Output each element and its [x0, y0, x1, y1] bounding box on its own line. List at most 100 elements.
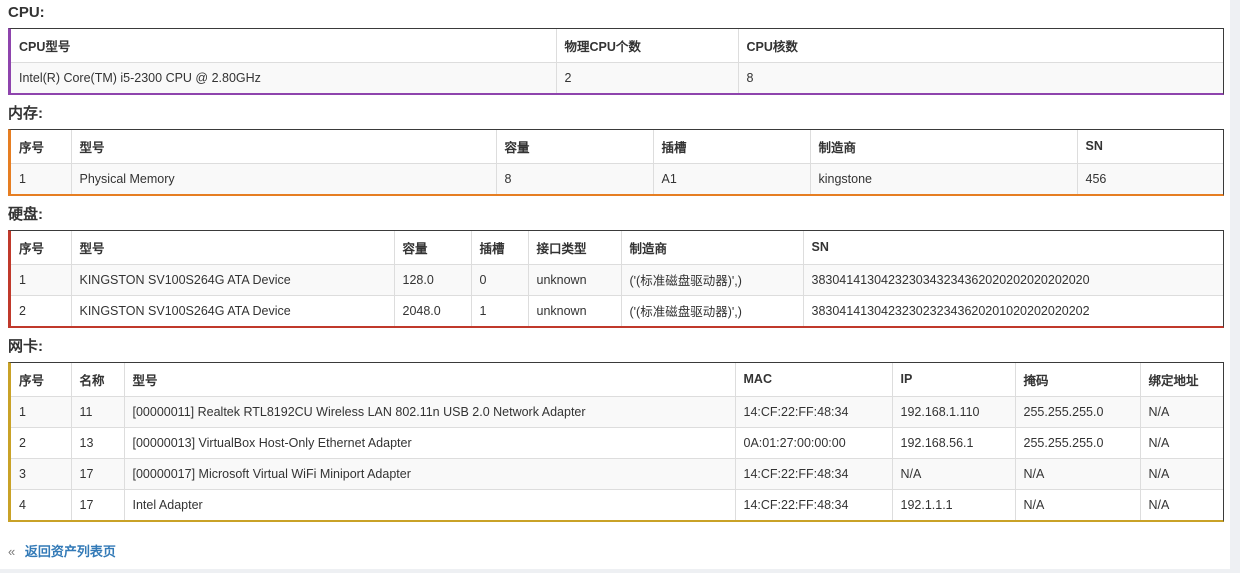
nic-header-row: 序号 名称 型号 MAC IP 掩码 绑定地址	[11, 363, 1223, 397]
disk-manufacturer-cell: ('(标准磁盘驱动器)',)	[620, 263, 804, 296]
disk-capacity-cell: 128.0	[393, 263, 472, 296]
disk-capacity-cell: 2048.0	[393, 294, 472, 326]
nic-name-cell: 17	[70, 457, 125, 490]
nic-netmask-cell: N/A	[1014, 457, 1141, 490]
cpu-table: CPU型号 物理CPU个数 CPU核数 Intel(R) Core(TM) i5…	[11, 29, 1223, 93]
disk-manufacturer-cell: ('(标准磁盘驱动器)',)	[620, 294, 804, 326]
nic-ip-cell: 192.168.56.1	[891, 426, 1016, 459]
nic-mac-cell: 14:CF:22:FF:48:34	[734, 457, 893, 490]
disk-table: 序号 型号 容量 插槽 接口类型 制造商 SN 1 KINGSTON SV100…	[11, 231, 1223, 326]
disk-col-capacity: 容量	[393, 231, 472, 265]
nic-table: 序号 名称 型号 MAC IP 掩码 绑定地址 1 11 [00000011] …	[11, 363, 1223, 520]
cpu-section-title: CPU:	[8, 4, 45, 21]
table-row: 1 Physical Memory 8 A1 kingstone 456	[11, 162, 1223, 194]
nic-ip-cell: 192.1.1.1	[891, 488, 1016, 520]
disk-col-model: 型号	[70, 231, 395, 265]
nic-name-cell: 17	[70, 488, 125, 520]
cpu-table-wrapper: CPU型号 物理CPU个数 CPU核数 Intel(R) Core(TM) i5…	[8, 28, 1224, 95]
content: CPU: CPU型号 物理CPU个数 CPU核数 Intel(R) Core(T…	[8, 0, 1224, 522]
nic-index-cell: 1	[11, 395, 72, 428]
disk-sn-cell: 3830414130423230343234362020202020202020	[802, 263, 1223, 296]
nic-model-cell: [00000013] VirtualBox Host-Only Ethernet…	[123, 426, 736, 459]
nic-section-title: 网卡:	[8, 338, 43, 355]
double-chevron-left-icon: «	[8, 544, 16, 559]
back-to-asset-list-link[interactable]: 返回资产列表页	[25, 544, 116, 559]
memory-table-wrapper: 序号 型号 容量 插槽 制造商 SN 1 Physical Memory 8 A…	[8, 129, 1224, 196]
memory-table: 序号 型号 容量 插槽 制造商 SN 1 Physical Memory 8 A…	[11, 130, 1223, 194]
table-row: 1 11 [00000011] Realtek RTL8192CU Wirele…	[11, 395, 1223, 428]
disk-model-cell: KINGSTON SV100S264G ATA Device	[70, 294, 395, 326]
nic-ip-cell: 192.168.1.110	[891, 395, 1016, 428]
nic-col-index: 序号	[11, 363, 72, 397]
memory-col-sn: SN	[1076, 130, 1223, 164]
nic-bind-address-cell: N/A	[1139, 395, 1223, 428]
nic-name-cell: 11	[70, 395, 125, 428]
nic-table-wrapper: 序号 名称 型号 MAC IP 掩码 绑定地址 1 11 [00000011] …	[8, 362, 1224, 522]
nic-index-cell: 2	[11, 426, 72, 459]
memory-manufacturer-cell: kingstone	[809, 162, 1078, 194]
disk-sn-cell: 3830414130423230232343620201020202020202	[802, 294, 1223, 326]
nic-index-cell: 4	[11, 488, 72, 520]
disk-interface-cell: unknown	[527, 294, 622, 326]
nic-mac-cell: 0A:01:27:00:00:00	[734, 426, 893, 459]
memory-model-cell: Physical Memory	[70, 162, 497, 194]
nic-bind-address-cell: N/A	[1139, 488, 1223, 520]
nic-index-cell: 3	[11, 457, 72, 490]
cpu-model-cell: Intel(R) Core(TM) i5-2300 CPU @ 2.80GHz	[11, 61, 557, 93]
disk-slot-cell: 1	[470, 294, 529, 326]
table-row: Intel(R) Core(TM) i5-2300 CPU @ 2.80GHz …	[11, 61, 1223, 93]
memory-capacity-cell: 8	[495, 162, 654, 194]
nic-bind-address-cell: N/A	[1139, 426, 1223, 459]
cpu-header-row: CPU型号 物理CPU个数 CPU核数	[11, 29, 1223, 63]
disk-col-slot: 插槽	[470, 231, 529, 265]
disk-col-manufacturer: 制造商	[620, 231, 804, 265]
memory-header-row: 序号 型号 容量 插槽 制造商 SN	[11, 130, 1223, 164]
disk-slot-cell: 0	[470, 263, 529, 296]
nic-ip-cell: N/A	[891, 457, 1016, 490]
cpu-col-model: CPU型号	[11, 29, 557, 63]
nic-col-bind-address: 绑定地址	[1139, 363, 1223, 397]
memory-section-title: 内存:	[8, 105, 43, 122]
nic-model-cell: [00000011] Realtek RTL8192CU Wireless LA…	[123, 395, 736, 428]
nic-col-mac: MAC	[734, 363, 893, 397]
disk-section-title: 硬盘:	[8, 206, 43, 223]
memory-col-capacity: 容量	[495, 130, 654, 164]
table-row: 1 KINGSTON SV100S264G ATA Device 128.0 0…	[11, 263, 1223, 296]
memory-slot-cell: A1	[652, 162, 811, 194]
table-row: 2 13 [00000013] VirtualBox Host-Only Eth…	[11, 426, 1223, 459]
disk-header-row: 序号 型号 容量 插槽 接口类型 制造商 SN	[11, 231, 1223, 265]
memory-col-manufacturer: 制造商	[809, 130, 1078, 164]
disk-index-cell: 2	[11, 294, 72, 326]
nic-mac-cell: 14:CF:22:FF:48:34	[734, 395, 893, 428]
nic-model-cell: [00000017] Microsoft Virtual WiFi Minipo…	[123, 457, 736, 490]
table-row: 4 17 Intel Adapter 14:CF:22:FF:48:34 192…	[11, 488, 1223, 520]
disk-index-cell: 1	[11, 263, 72, 296]
cpu-cores-cell: 8	[737, 61, 1223, 93]
memory-col-slot: 插槽	[652, 130, 811, 164]
memory-col-index: 序号	[11, 130, 72, 164]
disk-interface-cell: unknown	[527, 263, 622, 296]
disk-col-sn: SN	[802, 231, 1223, 265]
nic-netmask-cell: 255.255.255.0	[1014, 426, 1141, 459]
memory-index-cell: 1	[11, 162, 72, 194]
nic-col-name: 名称	[70, 363, 125, 397]
nic-mac-cell: 14:CF:22:FF:48:34	[734, 488, 893, 520]
asset-detail-page: CPU: CPU型号 物理CPU个数 CPU核数 Intel(R) Core(T…	[0, 0, 1240, 573]
table-row: 2 KINGSTON SV100S264G ATA Device 2048.0 …	[11, 294, 1223, 326]
nic-bind-address-cell: N/A	[1139, 457, 1223, 490]
disk-table-wrapper: 序号 型号 容量 插槽 接口类型 制造商 SN 1 KINGSTON SV100…	[8, 230, 1224, 328]
back-nav: « 返回资产列表页	[8, 541, 116, 560]
nic-col-ip: IP	[891, 363, 1016, 397]
memory-col-model: 型号	[70, 130, 497, 164]
nic-col-netmask: 掩码	[1014, 363, 1141, 397]
disk-col-interface: 接口类型	[527, 231, 622, 265]
nic-name-cell: 13	[70, 426, 125, 459]
nic-model-cell: Intel Adapter	[123, 488, 736, 520]
table-row: 3 17 [00000017] Microsoft Virtual WiFi M…	[11, 457, 1223, 490]
nic-netmask-cell: 255.255.255.0	[1014, 395, 1141, 428]
nic-col-model: 型号	[123, 363, 736, 397]
disk-col-index: 序号	[11, 231, 72, 265]
cpu-col-physical-count: 物理CPU个数	[555, 29, 739, 63]
nic-netmask-cell: N/A	[1014, 488, 1141, 520]
cpu-col-cores: CPU核数	[737, 29, 1223, 63]
